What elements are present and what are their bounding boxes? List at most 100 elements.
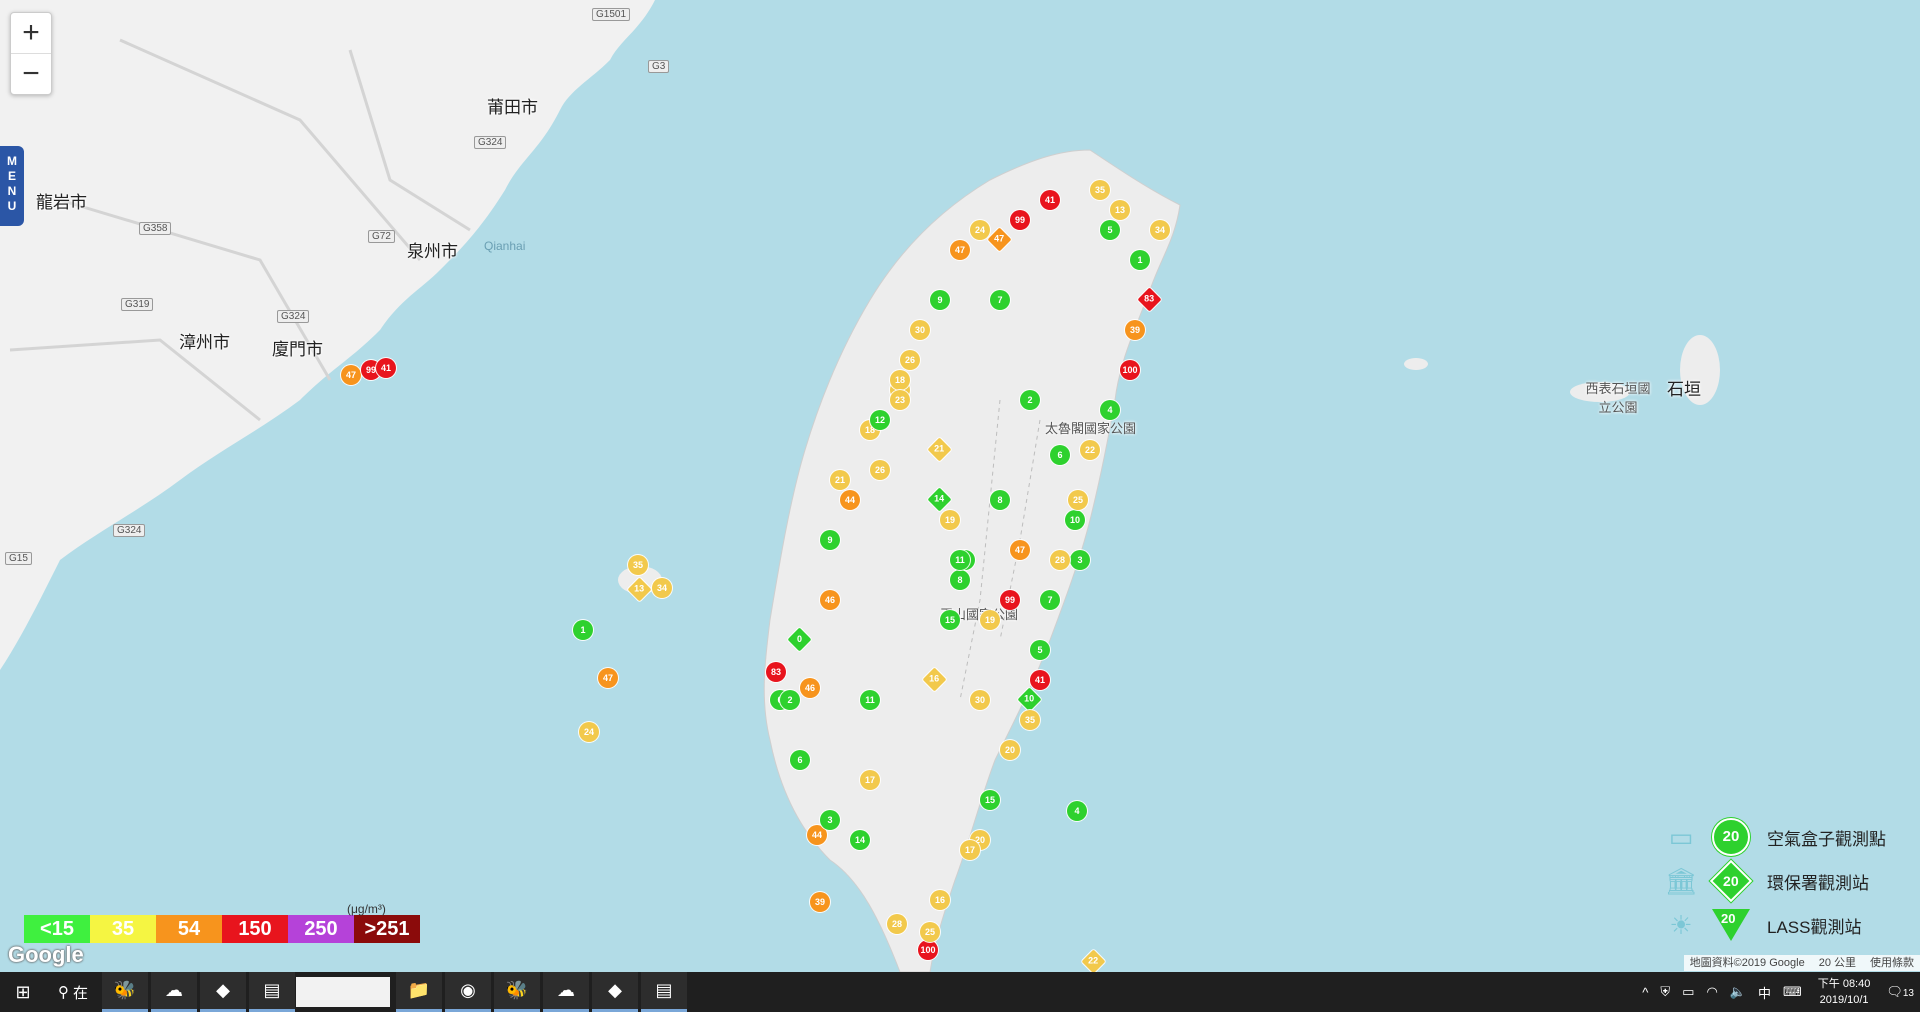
station-marker[interactable]: 83 (766, 662, 786, 682)
station-marker[interactable]: 34 (652, 578, 672, 598)
station-marker[interactable]: 100 (918, 940, 938, 960)
station-marker[interactable]: 4 (1067, 801, 1087, 821)
station-marker[interactable]: 6 (790, 750, 810, 770)
station-marker[interactable]: 41 (1030, 670, 1050, 690)
station-marker[interactable]: 26 (870, 460, 890, 480)
station-marker[interactable]: 35 (1020, 710, 1040, 730)
station-marker[interactable]: 17 (960, 840, 980, 860)
station-marker[interactable]: 47 (950, 240, 970, 260)
file-explorer-icon[interactable]: 📁 (396, 972, 442, 1012)
station-marker[interactable]: 35 (628, 555, 648, 575)
app-icon[interactable]: ☁ (543, 972, 589, 1012)
station-marker[interactable]: 5 (1100, 220, 1120, 240)
station-marker[interactable]: 8 (990, 490, 1010, 510)
station-marker[interactable]: 46 (800, 678, 820, 698)
station-marker[interactable]: 23 (890, 390, 910, 410)
station-marker[interactable]: 17 (860, 770, 880, 790)
clock[interactable]: 下午 08:40 2019/10/1 (1808, 976, 1881, 1008)
page: 莆田市 泉州市 龍岩市 漳州市 廈門市 Qianhai 太魯閣國家公園 玉山國家… (0, 0, 1920, 1012)
ime-indicator[interactable]: 中 (1752, 983, 1777, 1002)
station-marker[interactable]: 100 (1120, 360, 1140, 380)
air-quality-map[interactable]: 莆田市 泉州市 龍岩市 漳州市 廈門市 Qianhai 太魯閣國家公園 玉山國家… (0, 0, 1920, 972)
taskbar-blank-window[interactable] (296, 977, 390, 1007)
zoom-in-button[interactable]: + (11, 13, 51, 54)
station-marker[interactable]: 28 (1050, 550, 1070, 570)
station-marker[interactable]: 47 (598, 668, 618, 688)
scale-unit: (μg/m³) (347, 902, 386, 916)
app-icon[interactable]: ▤ (641, 972, 687, 1012)
station-marker[interactable]: 44 (840, 490, 860, 510)
station-marker[interactable]: 41 (376, 358, 396, 378)
start-icon[interactable]: ⊞ (0, 972, 46, 1012)
legend-label: 空氣盒子觀測點 (1767, 829, 1886, 849)
app-icon[interactable]: 🐝 (102, 972, 148, 1012)
wifi-icon[interactable]: ◠ (1700, 984, 1723, 1000)
station-marker[interactable]: 28 (887, 914, 907, 934)
station-marker[interactable]: 25 (1068, 490, 1088, 510)
station-marker[interactable]: 13 (1110, 200, 1130, 220)
map-scale-text: 20 公里 (1818, 957, 1856, 969)
station-marker[interactable]: 26 (900, 350, 920, 370)
station-marker[interactable]: 47 (1010, 540, 1030, 560)
station-marker[interactable]: 99 (1000, 590, 1020, 610)
station-marker[interactable]: 21 (830, 470, 850, 490)
station-marker[interactable]: 6 (1050, 445, 1070, 465)
station-marker[interactable]: 16 (930, 890, 950, 910)
station-marker[interactable]: 12 (870, 410, 890, 430)
station-marker[interactable]: 1 (573, 620, 593, 640)
station-marker[interactable]: 2 (780, 690, 800, 710)
app-icon[interactable]: ☁ (151, 972, 197, 1012)
station-marker[interactable]: 7 (990, 290, 1010, 310)
notification-icon[interactable]: 🗨13 (1880, 984, 1920, 1000)
station-marker[interactable]: 1 (1130, 250, 1150, 270)
app-icon[interactable]: ◆ (592, 972, 638, 1012)
chrome-icon[interactable]: ◉ (445, 972, 491, 1012)
security-icon[interactable]: ⛨ (1654, 984, 1676, 1000)
station-marker[interactable]: 20 (1000, 740, 1020, 760)
station-marker[interactable]: 3 (820, 810, 840, 830)
station-marker[interactable]: 30 (910, 320, 930, 340)
station-marker[interactable]: 14 (850, 830, 870, 850)
app-icon[interactable]: 🐝 (494, 972, 540, 1012)
station-marker[interactable]: 18 (890, 370, 910, 390)
station-marker[interactable]: 24 (970, 220, 990, 240)
keyboard-icon[interactable]: ⌨ (1777, 984, 1808, 1000)
menu-button[interactable]: MENU (0, 146, 24, 226)
station-marker[interactable]: 11 (860, 690, 880, 710)
station-marker[interactable]: 3 (1070, 550, 1090, 570)
station-marker[interactable]: 39 (1125, 320, 1145, 340)
highway-label: G3 (648, 60, 670, 73)
station-marker[interactable]: 35 (1090, 180, 1110, 200)
zoom-out-button[interactable]: − (11, 54, 51, 94)
station-marker[interactable]: 25 (920, 922, 940, 942)
station-marker[interactable]: 46 (820, 590, 840, 610)
chevron-up-icon[interactable]: ^ (1636, 985, 1654, 1000)
station-marker[interactable]: 8 (950, 570, 970, 590)
app-icon[interactable]: ◆ (200, 972, 246, 1012)
station-marker[interactable]: 5 (1030, 640, 1050, 660)
station-marker[interactable]: 4 (1100, 400, 1120, 420)
station-marker[interactable]: 39 (810, 892, 830, 912)
station-marker[interactable]: 2 (1020, 390, 1040, 410)
station-marker[interactable]: 7 (1040, 590, 1060, 610)
taskbar-search[interactable]: ⚲ 在 (48, 972, 100, 1012)
station-marker[interactable]: 10 (1065, 510, 1085, 530)
terms-link[interactable]: 使用條款 (1870, 955, 1914, 971)
station-marker[interactable]: 19 (940, 510, 960, 530)
station-marker[interactable]: 99 (1010, 210, 1030, 230)
station-marker[interactable]: 19 (980, 610, 1000, 630)
app-icon[interactable]: ▤ (249, 972, 295, 1012)
station-marker[interactable]: 11 (950, 550, 970, 570)
station-marker[interactable]: 22 (1080, 440, 1100, 460)
station-marker[interactable]: 15 (980, 790, 1000, 810)
battery-icon[interactable]: ▭ (1676, 984, 1700, 1000)
station-marker[interactable]: 47 (341, 365, 361, 385)
station-marker[interactable]: 9 (820, 530, 840, 550)
station-marker[interactable]: 34 (1150, 220, 1170, 240)
volume-icon[interactable]: 🔈 (1724, 984, 1752, 1000)
station-marker[interactable]: 15 (940, 610, 960, 630)
station-marker[interactable]: 41 (1040, 190, 1060, 210)
station-marker[interactable]: 9 (930, 290, 950, 310)
station-marker[interactable]: 30 (970, 690, 990, 710)
station-marker[interactable]: 24 (579, 722, 599, 742)
